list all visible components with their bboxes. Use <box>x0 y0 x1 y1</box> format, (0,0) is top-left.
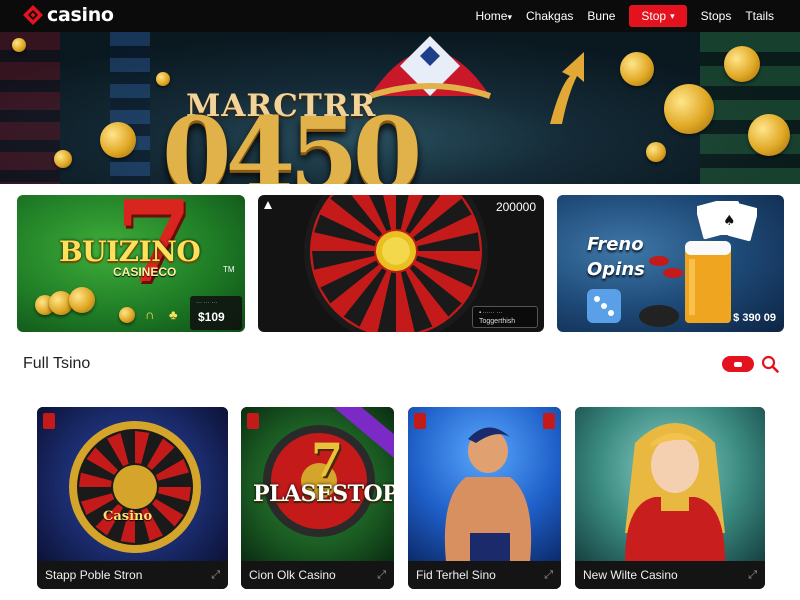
coin-icon <box>54 150 72 168</box>
game-tile-footer: Stapp Poble Stron ⤢ <box>37 561 228 589</box>
game-tile-footer: Cion Olk Casino ⤢ <box>241 561 394 589</box>
coin-icon <box>100 122 136 158</box>
badge-note: Toggerthish <box>479 318 516 325</box>
muscle-hero-character <box>444 427 532 561</box>
coin-icon <box>119 307 135 323</box>
hot-badge-icon <box>414 413 426 429</box>
site-logo[interactable]: casino <box>22 4 114 26</box>
coin-icon <box>724 46 760 82</box>
info-badge: ▪ ······ ··· Toggerthish <box>472 306 538 328</box>
goddess-character <box>625 423 725 561</box>
nav-item-bune[interactable]: Bune <box>587 9 615 23</box>
game-tile[interactable]: Fid Terhel Sino ⤢ <box>408 407 561 589</box>
promo-subtitle: CASINECO <box>113 265 177 279</box>
play-icon <box>734 361 742 367</box>
game-tile[interactable]: Casino Stapp Poble Stron ⤢ <box>37 407 228 589</box>
lucky-seven-graphic: 7 <box>311 433 344 487</box>
game-tile[interactable]: 7 PLASESTOP Cion Olk Casino ⤢ <box>241 407 394 589</box>
expand-icon[interactable]: ⤢ <box>748 569 757 582</box>
top-navigation-bar: casino Home▾ Chakgas Bune Stop ▾ Stops Tt… <box>0 0 800 32</box>
coin-icon <box>69 287 95 313</box>
logo-text: casino <box>47 4 114 26</box>
computer-mouse-icon <box>639 305 679 327</box>
game-name: Stapp Poble Stron <box>45 568 143 582</box>
price-badge: ··· ··· ··· $109 <box>190 296 242 330</box>
hero-jackpot-number: 0450 <box>162 95 422 184</box>
coin-icon <box>748 114 790 156</box>
main-nav: Home▾ Chakgas Bune Stop ▾ Stops Ttails <box>461 0 774 32</box>
badge-dots: ▪ ······ ··· <box>479 310 503 316</box>
playing-cards-icon: ♠ <box>697 200 757 242</box>
expand-icon[interactable]: ⤢ <box>377 569 386 582</box>
promo-title: BUIZINO <box>59 235 201 268</box>
search-icon[interactable] <box>761 355 779 373</box>
hero-banner[interactable]: MARCTRR 0450 <box>0 32 800 184</box>
trademark-mark: TM <box>223 265 235 274</box>
dice-icon <box>587 289 621 323</box>
game-name: Fid Terhel Sino <box>416 568 496 582</box>
slot-machine-art <box>110 32 150 184</box>
game-artwork <box>575 407 765 561</box>
hot-badge-icon <box>247 413 259 429</box>
poker-chips-icon <box>649 256 683 278</box>
roulette-wheel-icon <box>304 195 488 332</box>
game-tile-footer: New Wilte Casino ⤢ <box>575 561 765 589</box>
promo-card-buizino[interactable]: 7 BUIZINO CASINECO TM ∩ ♣ ··· ··· ··· $1… <box>17 195 245 332</box>
casino-logo-icon <box>23 5 43 25</box>
game-artwork <box>408 407 561 561</box>
nav-item-stop[interactable]: Stop ▾ <box>629 5 687 27</box>
game-tile-footer: Fid Terhel Sino ⤢ <box>408 561 561 589</box>
coin-icon <box>646 142 666 162</box>
nav-item-ttails[interactable]: Ttails <box>745 9 774 23</box>
triangle-icon <box>264 201 272 209</box>
coin-icon <box>664 84 714 134</box>
game-sign: PLASESTOP <box>253 481 394 507</box>
up-arrow-icon <box>550 52 584 124</box>
promo-card-roulette[interactable]: 200000 ▪ ······ ··· Toggerthish <box>258 195 544 332</box>
jackpot-amount: 200000 <box>495 200 536 214</box>
game-tile[interactable]: New Wilte Casino ⤢ <box>575 407 765 589</box>
game-artwork: Casino <box>37 407 228 561</box>
slot-machine-art <box>0 32 60 184</box>
game-name: New Wilte Casino <box>583 568 678 582</box>
expand-icon[interactable]: ⤢ <box>544 569 553 582</box>
price-value: $109 <box>198 310 225 324</box>
coin-icon <box>620 52 654 86</box>
horseshoe-icon: ∩ <box>145 307 155 322</box>
clover-icon: ♣ <box>169 307 178 322</box>
game-artwork: 7 PLASESTOP <box>241 407 394 561</box>
chevron-down-icon: ▾ <box>507 12 513 22</box>
nav-item-home[interactable]: Home▾ <box>475 9 512 23</box>
coin-icon <box>156 72 170 86</box>
price-badge-dots: ··· ··· ··· <box>196 300 218 306</box>
chevron-down-icon: ▾ <box>670 10 675 21</box>
price-value: $ 390 09 <box>733 312 776 324</box>
section-title: Full Tsino <box>23 355 91 372</box>
nav-item-chakgas[interactable]: Chakgas <box>526 9 573 23</box>
roulette-wheel-icon <box>69 421 201 553</box>
coin-icon <box>12 38 26 52</box>
hot-badge-icon <box>543 413 555 429</box>
live-toggle-button[interactable] <box>722 356 754 372</box>
nav-item-label: Home <box>475 9 508 23</box>
expand-icon[interactable]: ⤢ <box>211 569 220 582</box>
game-sign: Casino <box>103 509 153 524</box>
nav-item-label: Stop <box>641 9 667 23</box>
svg-text:♠: ♠ <box>723 213 736 229</box>
nav-item-stops[interactable]: Stops <box>701 9 732 23</box>
hot-badge-icon <box>43 413 55 429</box>
game-name: Cion Olk Casino <box>249 568 336 582</box>
promo-card-free-spins[interactable]: Freno Opins ♠ $ 390 09 <box>557 195 784 332</box>
